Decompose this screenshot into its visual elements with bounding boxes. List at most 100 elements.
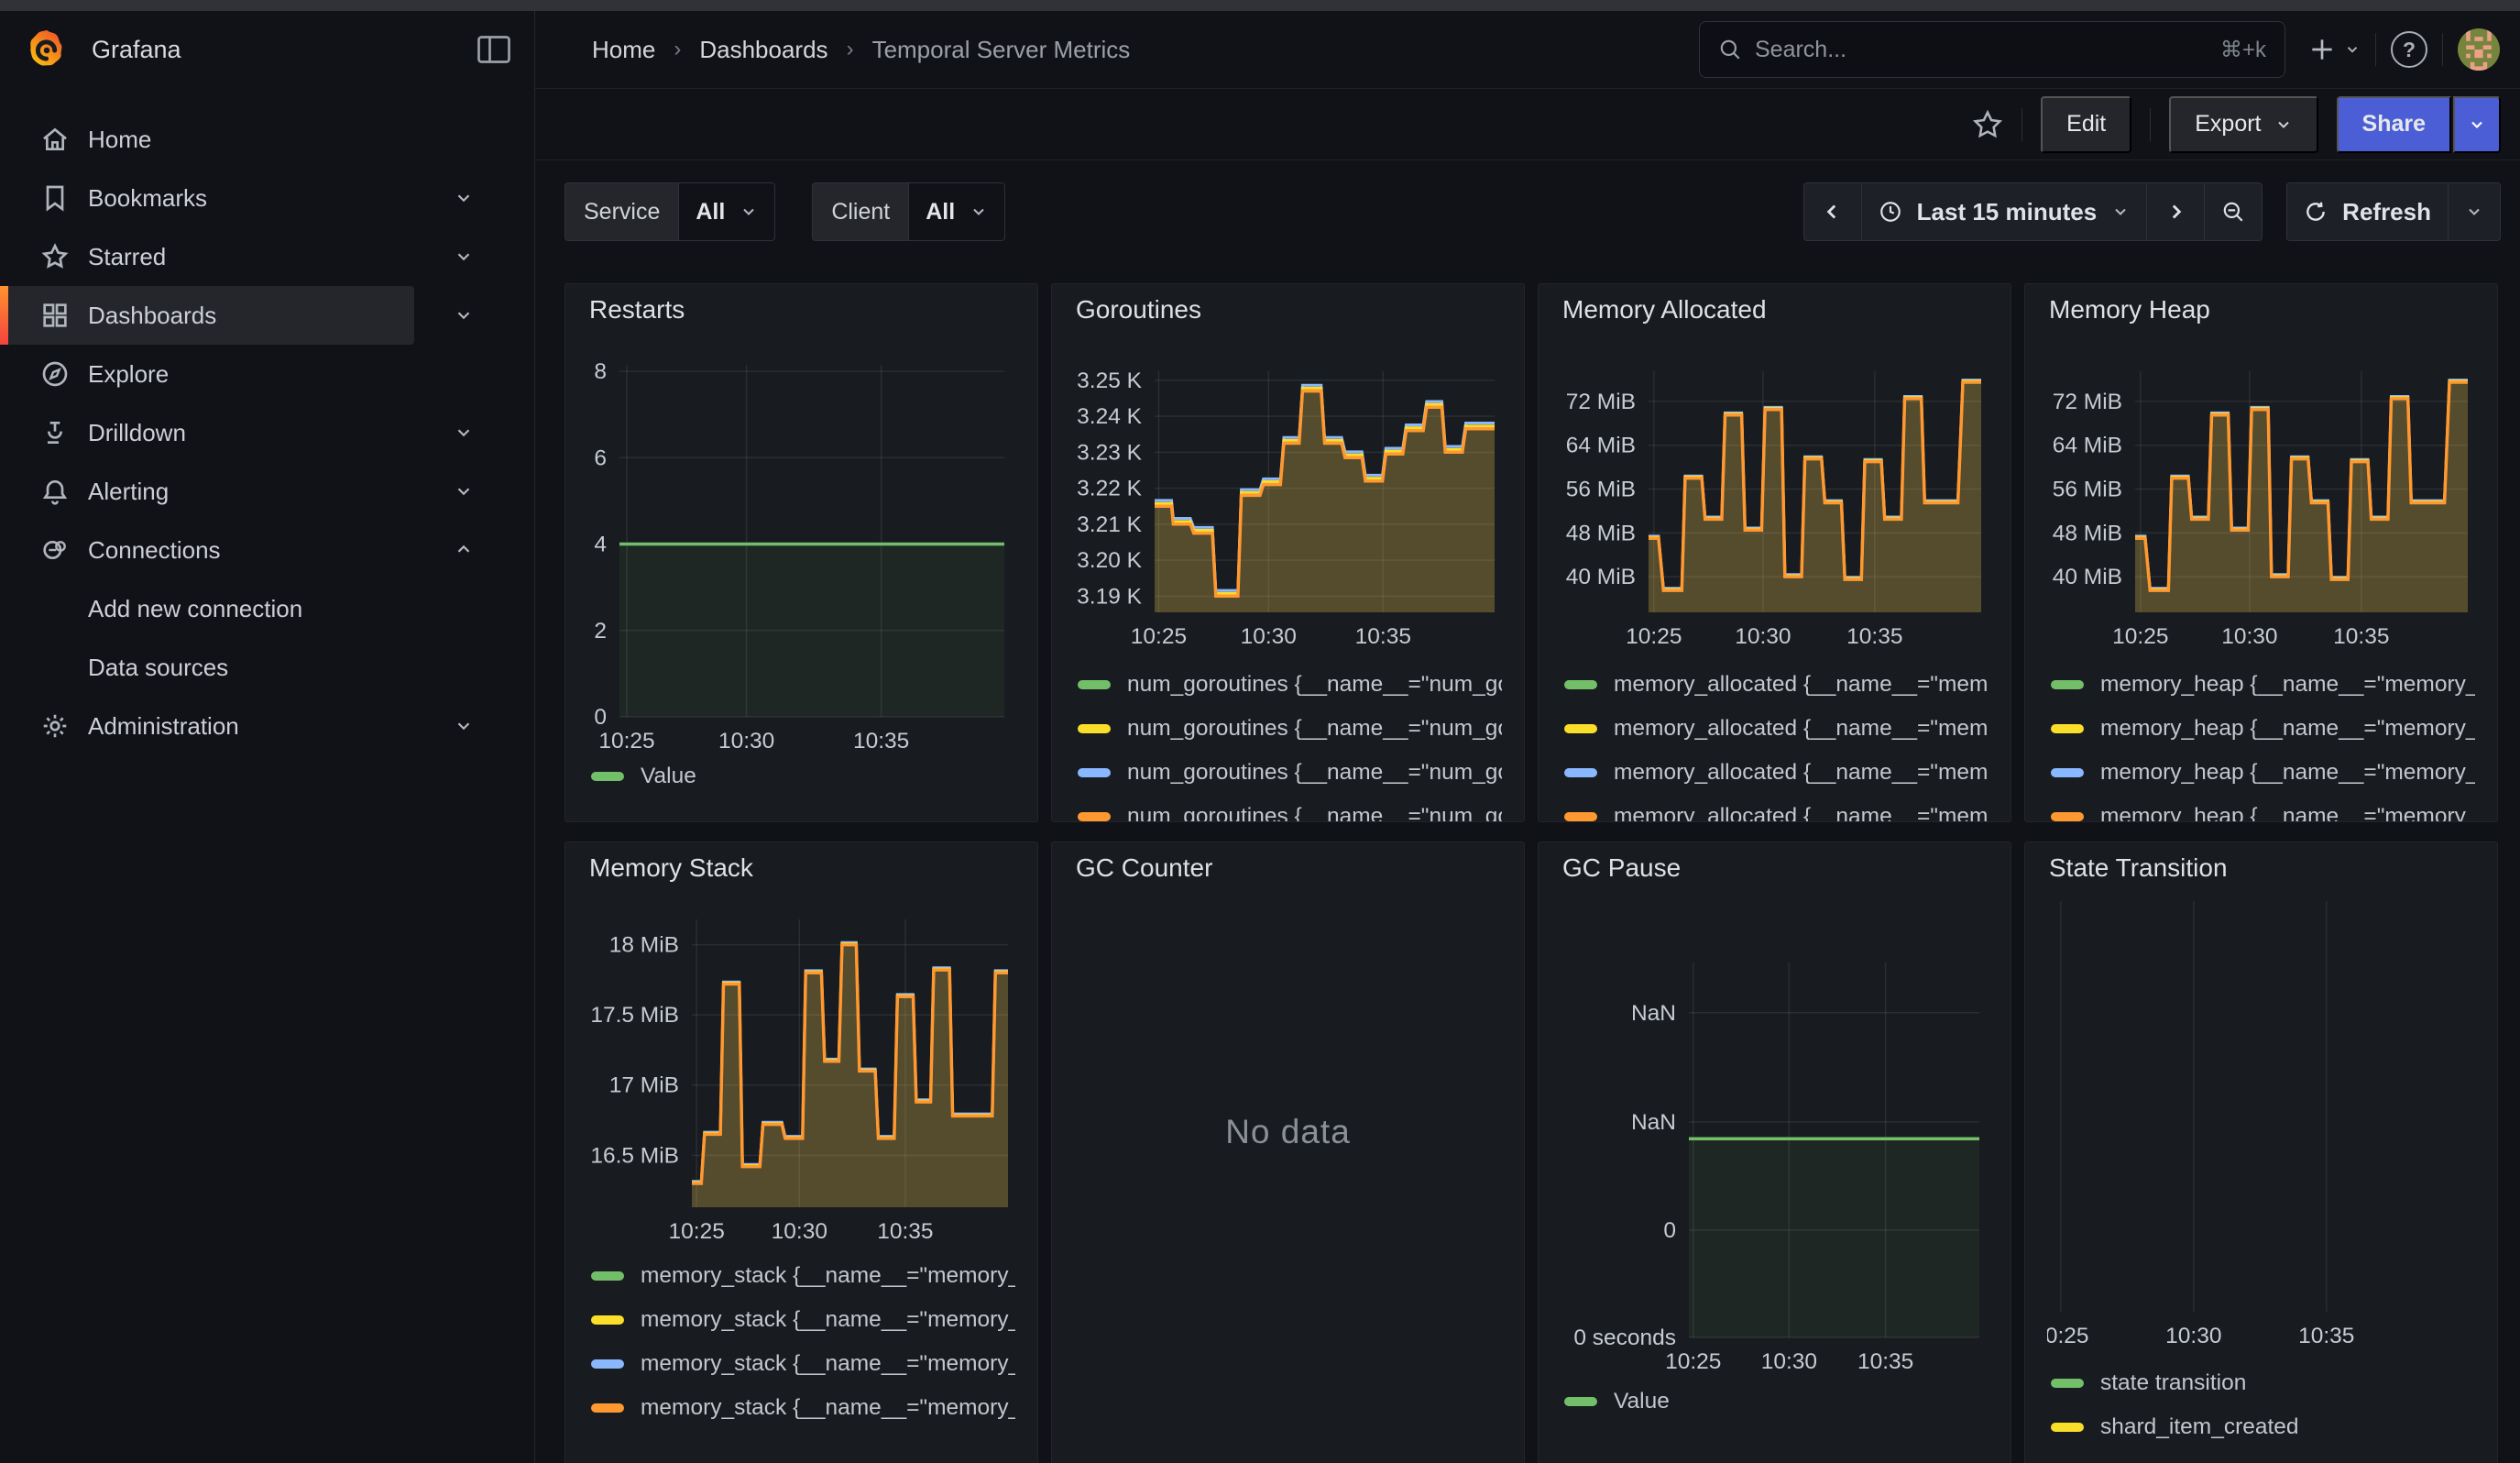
svg-text:17.5 MiB: 17.5 MiB: [590, 1003, 679, 1028]
divider: [2150, 108, 2151, 141]
sidebar-item-administration[interactable]: Administration: [0, 697, 534, 755]
search-input[interactable]: Search... ⌘+k: [1699, 21, 2285, 78]
panel-title-memory-allocated[interactable]: Memory Allocated: [1561, 284, 1989, 336]
legend-label: state transition: [2100, 1370, 2246, 1396]
svg-text:0: 0: [594, 705, 607, 730]
sidebar-item-add-new-connection[interactable]: Add new connection: [0, 579, 534, 638]
legend-label: num_goroutines {__name__="num_go: [1127, 760, 1502, 786]
add-menu-button[interactable]: [2307, 35, 2361, 64]
legend-item[interactable]: memory_allocated {__name__="memo: [1561, 663, 1989, 707]
sidebar-item-bookmarks[interactable]: Bookmarks: [0, 169, 534, 227]
legend-item[interactable]: shard_item_created: [2047, 1405, 2475, 1449]
legend-item[interactable]: num_goroutines {__name__="num_go: [1074, 707, 1502, 751]
legend-item[interactable]: Value: [1561, 1380, 1989, 1424]
sidebar-item-starred[interactable]: Starred: [0, 227, 534, 286]
legend-item[interactable]: memory_heap {__name__="memory_h: [2047, 663, 2475, 707]
sidebar-item-alerting[interactable]: Alerting: [0, 462, 534, 521]
user-avatar[interactable]: [2458, 28, 2500, 71]
svg-text:10:35: 10:35: [1857, 1349, 1913, 1374]
legend-item[interactable]: memory_heap {__name__="memory_h: [2047, 795, 2475, 822]
chevron-down-icon[interactable]: [454, 188, 474, 208]
favorite-star-icon[interactable]: [1972, 109, 2003, 140]
panel-title-memory-stack[interactable]: Memory Stack: [587, 842, 1015, 894]
legend-color-pill: [1078, 680, 1111, 689]
panel-title-restarts[interactable]: Restarts: [587, 284, 1015, 336]
panel-title-goroutines[interactable]: Goroutines: [1074, 284, 1502, 336]
time-shift-back-button[interactable]: [1804, 183, 1861, 240]
sidebar-item-explore[interactable]: Explore: [0, 345, 534, 403]
legend-color-pill: [2051, 768, 2084, 777]
share-menu-button[interactable]: [2453, 96, 2501, 153]
sidebar-item-label: Connections: [88, 536, 221, 565]
legend-item[interactable]: memory_allocated {__name__="memo: [1561, 795, 1989, 822]
zoom-out-button[interactable]: [2204, 183, 2262, 240]
legend-item[interactable]: memory_stack {__name__="memory_s: [587, 1342, 1015, 1386]
sidebar-item-label: Starred: [88, 243, 166, 271]
service-filter-value[interactable]: All: [678, 182, 775, 241]
svg-text:10:30: 10:30: [1241, 624, 1297, 649]
time-range-picker[interactable]: Last 15 minutes: [1861, 183, 2147, 240]
edit-button[interactable]: Edit: [2041, 96, 2131, 153]
legend-item[interactable]: num_goroutines {__name__="num_go: [1074, 751, 1502, 795]
refresh-interval-button[interactable]: [2448, 183, 2500, 240]
chevron-down-icon[interactable]: [454, 481, 474, 501]
breadcrumb-dashboards[interactable]: Dashboards: [699, 36, 827, 64]
share-button[interactable]: Share: [2337, 96, 2451, 153]
legend-label: memory_heap {__name__="memory_h: [2100, 716, 2475, 742]
legend-item[interactable]: memory_allocated {__name__="memo: [1561, 707, 1989, 751]
main-column: Edit Export Share Service All: [535, 88, 2520, 1463]
sidebar-item-drilldown[interactable]: Drilldown: [0, 403, 534, 462]
svg-text:10:35: 10:35: [2298, 1324, 2354, 1348]
legend-color-pill: [2051, 680, 2084, 689]
breadcrumb-home[interactable]: Home: [592, 36, 655, 64]
panel-title-state-transition[interactable]: State Transition: [2047, 842, 2475, 894]
chevron-down-icon[interactable]: [454, 423, 474, 443]
chevron-up-icon[interactable]: [454, 540, 474, 560]
legend-label: memory_heap {__name__="memory_h: [2100, 760, 2475, 786]
star-icon: [40, 242, 70, 271]
divider: [2442, 33, 2443, 66]
sidebar-toggle-icon[interactable]: [477, 36, 510, 63]
sidebar-item-connections[interactable]: Connections: [0, 521, 534, 579]
legend-item[interactable]: memory_allocated {__name__="memo: [1561, 751, 1989, 795]
legend-item[interactable]: memory_stack {__name__="memory_s: [587, 1386, 1015, 1430]
chevron-down-icon[interactable]: [454, 716, 474, 736]
legend-item[interactable]: state transition: [2047, 1361, 2475, 1405]
chevron-down-icon[interactable]: [454, 305, 474, 325]
legend-item[interactable]: Value: [587, 754, 1015, 798]
dashboard-toolbar: Edit Export Share: [535, 88, 2520, 160]
client-filter-value[interactable]: All: [908, 182, 1005, 241]
svg-text:10:25: 10:25: [1131, 624, 1187, 649]
panel-title-memory-heap[interactable]: Memory Heap: [2047, 284, 2475, 336]
chart-gc-pause: NaNNaN00 seconds10:2510:3010:35: [1561, 894, 1989, 1380]
legend-item[interactable]: memory_heap {__name__="memory_h: [2047, 707, 2475, 751]
chart-restarts: 0246810:2510:3010:35: [587, 336, 1015, 754]
svg-text:16.5 MiB: 16.5 MiB: [590, 1143, 679, 1168]
sidebar-item-label: Add new connection: [88, 595, 302, 623]
sidebar-item-label: Drilldown: [88, 419, 186, 447]
sidebar-item-label: Data sources: [88, 654, 228, 682]
svg-text:72 MiB: 72 MiB: [2053, 390, 2122, 414]
legend-label: num_goroutines {__name__="num_go: [1127, 716, 1502, 742]
legend-item[interactable]: num_goroutines {__name__="num_go: [1074, 663, 1502, 707]
panel-title-gc-counter[interactable]: GC Counter: [1074, 842, 1502, 894]
panel-restarts: Restarts0246810:2510:3010:35Value: [564, 283, 1038, 822]
help-button[interactable]: ?: [2391, 31, 2427, 68]
sidebar-item-home[interactable]: Home: [0, 110, 534, 169]
refresh-button[interactable]: Refresh: [2287, 183, 2448, 240]
legend-label: Value: [1614, 1389, 1670, 1414]
chevron-down-icon[interactable]: [454, 247, 474, 267]
legend-item[interactable]: memory_heap {__name__="memory_h: [2047, 751, 2475, 795]
time-shift-forward-button[interactable]: [2146, 183, 2204, 240]
sidebar-item-dashboards[interactable]: Dashboards: [0, 286, 534, 345]
legend-color-pill: [2051, 1423, 2084, 1432]
svg-text:10:25: 10:25: [669, 1219, 725, 1244]
legend-item[interactable]: memory_stack {__name__="memory_s: [587, 1298, 1015, 1342]
legend-color-pill: [2051, 812, 2084, 821]
panel-title-gc-pause[interactable]: GC Pause: [1561, 842, 1989, 894]
legend-item[interactable]: num_goroutines {__name__="num_go: [1074, 795, 1502, 822]
legend-item[interactable]: memory_stack {__name__="memory_s: [587, 1254, 1015, 1298]
search-shortcut: ⌘+k: [2220, 37, 2266, 63]
sidebar-item-data-sources[interactable]: Data sources: [0, 638, 534, 697]
export-button[interactable]: Export: [2169, 96, 2317, 153]
